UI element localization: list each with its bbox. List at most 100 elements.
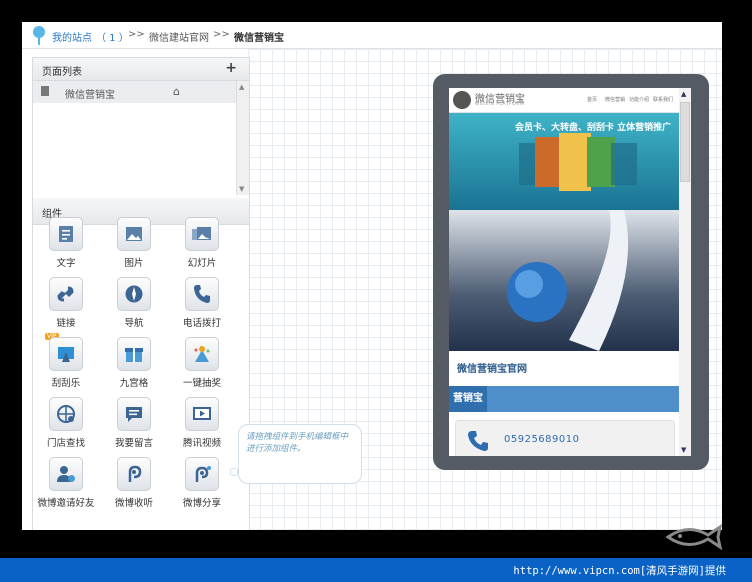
preview-nav-item[interactable]: 首页	[587, 96, 597, 103]
component-label: 我要留言	[114, 438, 153, 449]
page-name: 微信营销宝	[65, 90, 115, 101]
breadcrumb-parent-link[interactable]: 微信建站官网	[149, 29, 209, 44]
component-phone[interactable]: 电话拨打	[171, 277, 233, 333]
scroll-up-icon[interactable]: ▲	[681, 90, 686, 98]
component-icon-tile[interactable]	[185, 337, 219, 371]
page-list-header: 页面列表 +	[33, 58, 249, 81]
phone-preview: 微信营销宝 WEIXIN PLATFORM 首页 微信营销 功能介绍 联系我们 …	[433, 74, 709, 470]
component-icon-tile[interactable]	[185, 217, 219, 251]
preview-nav-item[interactable]: 联系我们	[653, 96, 673, 103]
left-panel: 页面列表 + 微信营销宝 ⌂ ▲ ▼ 组件 文字图片幻灯片链接导航电话拨打VIP…	[32, 57, 250, 530]
component-weibo-invite[interactable]: 微博邀请好友	[35, 457, 97, 513]
map-pin-icon	[33, 26, 45, 45]
compass-icon	[125, 285, 143, 303]
component-icon-tile[interactable]	[185, 457, 219, 491]
component-lottery[interactable]: 一键抽奖	[171, 337, 233, 393]
preview-site-title: 微信营销宝官网	[457, 364, 527, 375]
component-icon-tile[interactable]	[49, 217, 83, 251]
component-label: 图片	[124, 258, 144, 269]
component-icon-tile[interactable]	[49, 337, 83, 371]
scrollbar-thumb[interactable]	[680, 102, 690, 182]
page-list-title: 页面列表	[42, 67, 82, 78]
preview-tab-bar: 营销宝	[449, 386, 679, 412]
breadcrumb-my-sites-link[interactable]: 我的站点	[52, 29, 92, 44]
breadcrumb-separator: >>	[213, 29, 230, 40]
component-link[interactable]: 链接	[35, 277, 97, 333]
page-list-item[interactable]: 微信营销宝 ⌂	[33, 81, 236, 103]
component-weibo-share[interactable]: 微博分享	[171, 457, 233, 513]
lottery-icon	[194, 346, 210, 362]
preview-phone-number: 05925689010	[504, 434, 580, 445]
component-slideshow[interactable]: 幻灯片	[171, 217, 233, 273]
store-locator-icon	[57, 405, 75, 423]
component-label: 电话拨打	[182, 318, 221, 329]
component-label: 刮刮乐	[51, 378, 81, 389]
scroll-up-icon[interactable]: ▲	[239, 83, 244, 91]
site-logo-icon	[453, 91, 471, 109]
preview-nav-item[interactable]: 功能介绍	[629, 96, 649, 103]
preview-scrollbar[interactable]: ▲ ▼	[679, 88, 691, 456]
weibo-follow-icon	[128, 465, 142, 482]
phone-icon	[194, 285, 210, 303]
component-icon-tile[interactable]	[49, 277, 83, 311]
component-icon-tile[interactable]	[117, 397, 151, 431]
component-icon-tile[interactable]	[117, 337, 151, 371]
component-icon-tile[interactable]	[117, 277, 151, 311]
gift-box-icon	[125, 348, 143, 362]
component-image[interactable]: 图片	[103, 217, 165, 273]
component-label: 微博邀请好友	[37, 498, 95, 509]
component-icon-tile[interactable]	[117, 457, 151, 491]
component-label: 腾讯视频	[182, 438, 221, 449]
preview-header: 微信营销宝 WEIXIN PLATFORM 首页 微信营销 功能介绍 联系我们	[449, 88, 679, 113]
component-video[interactable]: 腾讯视频	[171, 397, 233, 453]
app-screens-illustration	[519, 133, 637, 191]
scroll-down-icon[interactable]: ▼	[681, 446, 686, 454]
component-message[interactable]: 我要留言	[103, 397, 165, 453]
message-icon	[126, 407, 142, 422]
preview-banner-globe[interactable]	[449, 210, 679, 351]
editor-frame: 我的站点 （ 1 ） >> 微信建站官网 >> 微信营销宝 页面列表 + 微信营…	[22, 22, 722, 530]
component-scratch-card[interactable]: VIP刮刮乐	[35, 333, 97, 393]
drag-hint-text: 请拖拽组件到手机编辑框中进行添加组件。	[246, 432, 349, 454]
component-label: 导航	[124, 318, 144, 329]
globe-illustration	[507, 210, 629, 351]
drag-hint-tooltip: 请拖拽组件到手机编辑框中进行添加组件。	[238, 424, 362, 484]
component-weibo-follow[interactable]: 微博收听	[103, 457, 165, 513]
preview-nav-item[interactable]: 微信营销	[605, 96, 625, 103]
component-icon-tile[interactable]	[185, 397, 219, 431]
component-label: 微博收听	[114, 498, 153, 509]
footer-credit: http://www.vipcn.com[清风手游网]提供	[513, 565, 726, 577]
component-label: 门店查找	[46, 438, 85, 449]
scroll-down-icon[interactable]: ▼	[239, 185, 244, 193]
tooltip-tail	[230, 468, 238, 476]
component-label: 幻灯片	[187, 258, 217, 269]
preview-banner-marketing[interactable]: 会员卡、大转盘、刮刮卡 立体营销推广	[449, 113, 679, 210]
add-page-button[interactable]: +	[225, 60, 237, 76]
footer-bar: http://www.vipcn.com[清风手游网]提供	[0, 558, 752, 582]
component-store-locator[interactable]: 门店查找	[35, 397, 97, 453]
component-label: 文字	[56, 258, 76, 269]
component-icon-tile[interactable]	[49, 457, 83, 491]
component-icon-tile[interactable]	[117, 217, 151, 251]
watermark-fish-logo	[665, 523, 723, 551]
link-icon	[57, 286, 74, 302]
preview-tab[interactable]: 营销宝	[449, 386, 487, 412]
breadcrumb-current: 微信营销宝	[234, 33, 284, 44]
page-list-scrollbar[interactable]: ▲ ▼	[236, 81, 249, 195]
image-icon	[126, 227, 142, 241]
breadcrumb-site-count: （ 1 ）	[96, 33, 129, 44]
component-compass[interactable]: 导航	[103, 277, 165, 333]
component-label: 一键抽奖	[182, 378, 221, 389]
document-icon	[41, 86, 49, 96]
component-icon-tile[interactable]	[49, 397, 83, 431]
preview-logo-sub: WEIXIN PLATFORM	[475, 102, 525, 107]
preview-phone-card[interactable]: 05925689010	[455, 420, 675, 456]
phone-icon	[468, 431, 488, 451]
home-icon[interactable]: ⌂	[173, 85, 180, 98]
page-list: 微信营销宝 ⌂	[33, 81, 236, 195]
component-gift-box[interactable]: 九宫格	[103, 337, 165, 393]
component-icon-tile[interactable]	[185, 277, 219, 311]
component-text[interactable]: 文字	[35, 217, 97, 273]
component-label: 九宫格	[119, 378, 149, 389]
text-icon	[59, 226, 73, 242]
